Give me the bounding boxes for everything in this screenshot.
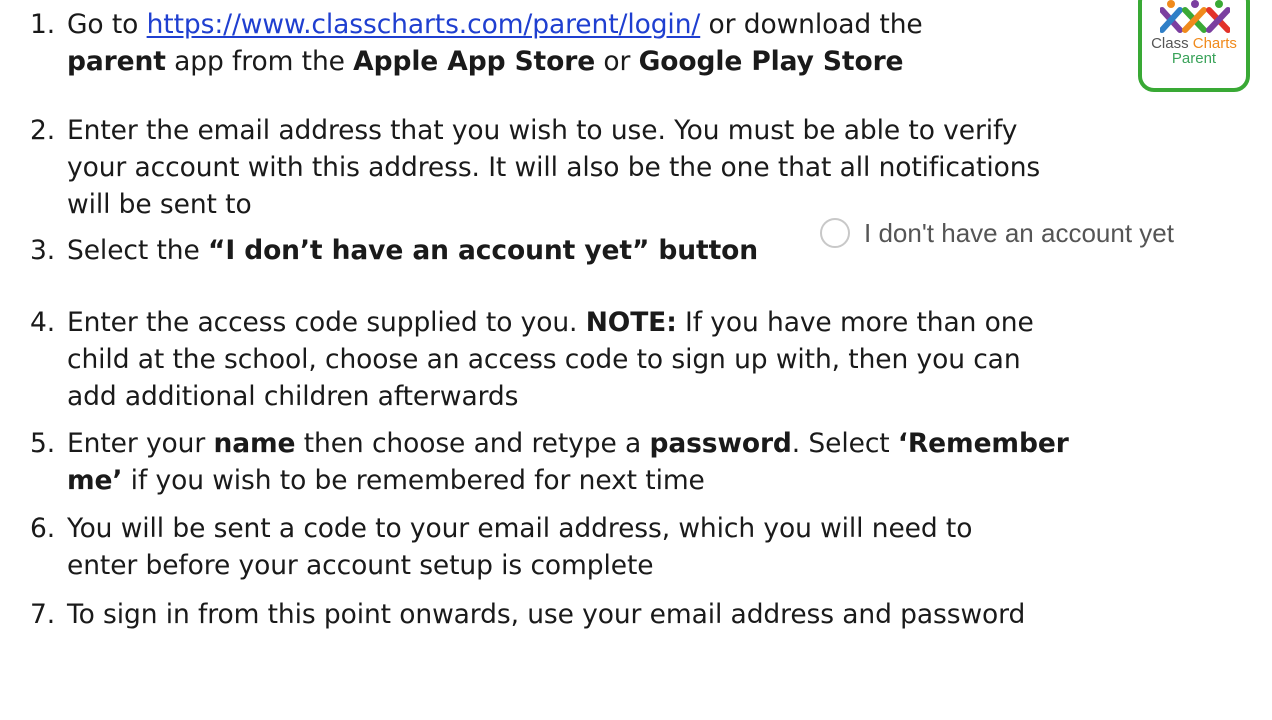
step-line: parent app from the Apple App Store or G… bbox=[67, 43, 923, 80]
step-body: Select the “I don’t have an account yet”… bbox=[67, 232, 758, 269]
step-text: Enter the access code supplied to you. bbox=[67, 307, 586, 338]
step-text: Select the bbox=[67, 235, 208, 266]
instruction-page: 1. Go to https://www.classcharts.com/par… bbox=[0, 0, 1272, 720]
step-1: 1. Go to https://www.classcharts.com/par… bbox=[30, 6, 923, 77]
radio-label: I don't have an account yet bbox=[864, 217, 1174, 248]
step-text: . Select bbox=[791, 428, 898, 459]
step-text: If you have more than one bbox=[676, 307, 1034, 338]
step-body: Enter the email address that you wish to… bbox=[67, 112, 1040, 223]
step-line: add additional children afterwards bbox=[67, 381, 519, 412]
bold-text: name bbox=[213, 428, 296, 459]
bold-text: ‘Remember bbox=[897, 428, 1069, 459]
step-number: 6. bbox=[30, 513, 56, 544]
bold-text: password bbox=[649, 428, 792, 459]
step-line: child at the school, choose an access co… bbox=[67, 344, 1021, 375]
bold-text: parent bbox=[67, 46, 166, 77]
step-line: Enter the access code supplied to you. N… bbox=[67, 304, 1034, 341]
step-5: 5. Enter your name then choose and retyp… bbox=[30, 425, 1069, 496]
step-number: 3. bbox=[30, 235, 56, 266]
bold-text: Apple App Store bbox=[353, 46, 596, 77]
step-text: Go to bbox=[67, 9, 147, 40]
step-body: Enter your name then choose and retype a… bbox=[67, 425, 1069, 499]
bold-text: NOTE: bbox=[585, 307, 677, 338]
step-number: 4. bbox=[30, 307, 56, 338]
step-line: Enter the email address that you wish to… bbox=[67, 115, 1018, 146]
login-link[interactable]: https://www.classcharts.com/parent/login… bbox=[147, 9, 701, 40]
step-line: Select the “I don’t have an account yet”… bbox=[67, 232, 758, 269]
step-line: your account with this address. It will … bbox=[67, 152, 1041, 183]
step-body: Go to https://www.classcharts.com/parent… bbox=[67, 6, 923, 80]
step-text: or bbox=[595, 46, 639, 77]
step-body: You will be sent a code to your email ad… bbox=[67, 510, 972, 584]
step-body: To sign in from this point onwards, use … bbox=[67, 596, 1025, 633]
step-line: me’ if you wish to be remembered for nex… bbox=[67, 462, 1069, 499]
step-7: 7. To sign in from this point onwards, u… bbox=[30, 596, 1025, 633]
step-body: Enter the access code supplied to you. N… bbox=[67, 304, 1034, 415]
step-line: You will be sent a code to your email ad… bbox=[67, 513, 973, 544]
bold-text: “I don’t have an account yet” button bbox=[208, 235, 759, 266]
step-text: then choose and retype a bbox=[295, 428, 650, 459]
class-charts-parent-logo: Class Charts Parent bbox=[1138, 0, 1250, 92]
bold-text: me’ bbox=[67, 465, 123, 496]
step-4: 4. Enter the access code supplied to you… bbox=[30, 304, 1034, 412]
step-text: if you wish to be remembered for next ti… bbox=[122, 465, 705, 496]
step-number: 5. bbox=[30, 428, 56, 459]
radio-circle-icon[interactable] bbox=[820, 218, 850, 248]
step-line: To sign in from this point onwards, use … bbox=[67, 599, 1026, 630]
step-number: 7. bbox=[30, 599, 56, 630]
bold-text: Google Play Store bbox=[638, 46, 904, 77]
step-6: 6. You will be sent a code to your email… bbox=[30, 510, 972, 581]
step-number: 2. bbox=[30, 115, 56, 146]
step-line: enter before your account setup is compl… bbox=[67, 550, 654, 581]
step-line: Go to https://www.classcharts.com/parent… bbox=[67, 6, 923, 43]
step-3: 3. Select the “I don’t have an account y… bbox=[30, 232, 758, 269]
logo-brand-subtext: Parent bbox=[1171, 50, 1217, 67]
step-2: 2. Enter the email address that you wish… bbox=[30, 112, 1040, 220]
step-number: 1. bbox=[30, 9, 56, 40]
step-text: or download the bbox=[700, 9, 923, 40]
no-account-radio-option[interactable]: I don't have an account yet bbox=[820, 211, 1174, 255]
step-text: Enter your bbox=[67, 428, 214, 459]
people-figures-icon bbox=[1160, 0, 1230, 33]
step-line: Enter your name then choose and retype a… bbox=[67, 425, 1069, 462]
step-text: app from the bbox=[165, 46, 354, 77]
